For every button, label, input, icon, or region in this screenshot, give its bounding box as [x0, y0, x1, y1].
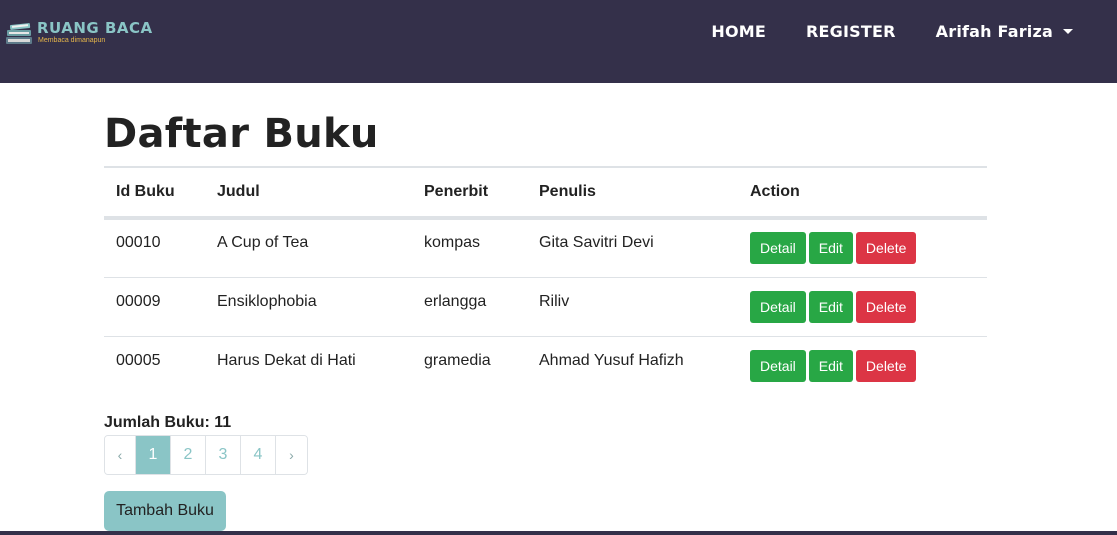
- cell-id: 00009: [104, 277, 205, 337]
- table-row: 00009 Ensiklophobia erlangga Riliv Detai…: [104, 277, 987, 337]
- books-logo-icon: [6, 23, 32, 44]
- detail-button[interactable]: Detail: [750, 349, 806, 382]
- detail-button[interactable]: Detail: [750, 290, 806, 323]
- cell-actions: Detail Edit Delete: [738, 336, 987, 395]
- cell-actions: Detail Edit Delete: [738, 218, 987, 278]
- table-header-row: Id Buku Judul Penerbit Penulis Action: [104, 166, 987, 220]
- brand-tagline: Membaca dimanapun: [38, 37, 106, 44]
- pagination-page-4[interactable]: 4: [241, 436, 276, 474]
- delete-button[interactable]: Delete: [855, 349, 917, 382]
- page-title: Daftar Buku: [104, 111, 379, 157]
- pagination-prev[interactable]: ‹: [105, 436, 136, 474]
- delete-button[interactable]: Delete: [855, 232, 917, 265]
- nav-home-link[interactable]: HOME: [711, 22, 766, 41]
- nav-links: HOME REGISTER Arifah Fariza: [671, 20, 1073, 42]
- brand-name: RUANG BACA: [37, 19, 153, 37]
- cell-judul: Harus Dekat di Hati: [217, 351, 356, 369]
- cell-id: 00005: [116, 351, 161, 369]
- cell-penulis: Ahmad Yusuf Hafizh: [539, 351, 684, 369]
- header-penulis: Penulis: [527, 166, 738, 220]
- brand[interactable]: RUANG BACA Membaca dimanapun: [4, 20, 153, 48]
- table-row: 00005 Harus Dekat di Hati gramedia Ahmad…: [104, 336, 987, 395]
- nav-register-link[interactable]: REGISTER: [806, 22, 896, 41]
- edit-button[interactable]: Edit: [808, 290, 853, 323]
- table-row: 00010 A Cup of Tea kompas Gita Savitri D…: [104, 218, 987, 278]
- cell-actions: Detail Edit Delete: [738, 277, 987, 337]
- cell-penerbit: kompas: [412, 218, 527, 278]
- cell-id: 00010: [104, 218, 205, 278]
- cell-penerbit: gramedia: [424, 351, 491, 369]
- cell-penulis: Gita Savitri Devi: [527, 218, 738, 278]
- books-table: Id Buku Judul Penerbit Penulis Action 00…: [104, 166, 987, 395]
- navbar: RUANG BACA Membaca dimanapun HOME REGIST…: [0, 0, 1117, 83]
- chevron-down-icon: [1063, 28, 1073, 34]
- add-book-button[interactable]: Tambah Buku: [104, 491, 226, 531]
- cell-judul: A Cup of Tea: [205, 218, 412, 278]
- cell-penulis: Riliv: [527, 277, 738, 337]
- header-penerbit: Penerbit: [412, 166, 527, 220]
- pagination-next[interactable]: ›: [276, 436, 307, 474]
- footer-bar: [0, 531, 1117, 535]
- delete-button[interactable]: Delete: [855, 290, 917, 323]
- pagination-page-3[interactable]: 3: [206, 436, 241, 474]
- header-id: Id Buku: [104, 166, 205, 220]
- book-count: Jumlah Buku: 11: [104, 414, 232, 431]
- user-dropdown[interactable]: Arifah Fariza: [936, 22, 1073, 41]
- pagination-page-1[interactable]: 1: [136, 436, 171, 474]
- pagination: ‹ 1 2 3 4 ›: [104, 435, 308, 475]
- detail-button[interactable]: Detail: [750, 232, 806, 265]
- header-judul: Judul: [205, 166, 412, 220]
- edit-button[interactable]: Edit: [808, 349, 853, 382]
- edit-button[interactable]: Edit: [808, 232, 853, 265]
- cell-penerbit: erlangga: [412, 277, 527, 337]
- user-name: Arifah Fariza: [935, 21, 1053, 41]
- cell-judul: Ensiklophobia: [205, 277, 412, 337]
- pagination-page-2[interactable]: 2: [171, 436, 206, 474]
- header-action: Action: [738, 166, 987, 220]
